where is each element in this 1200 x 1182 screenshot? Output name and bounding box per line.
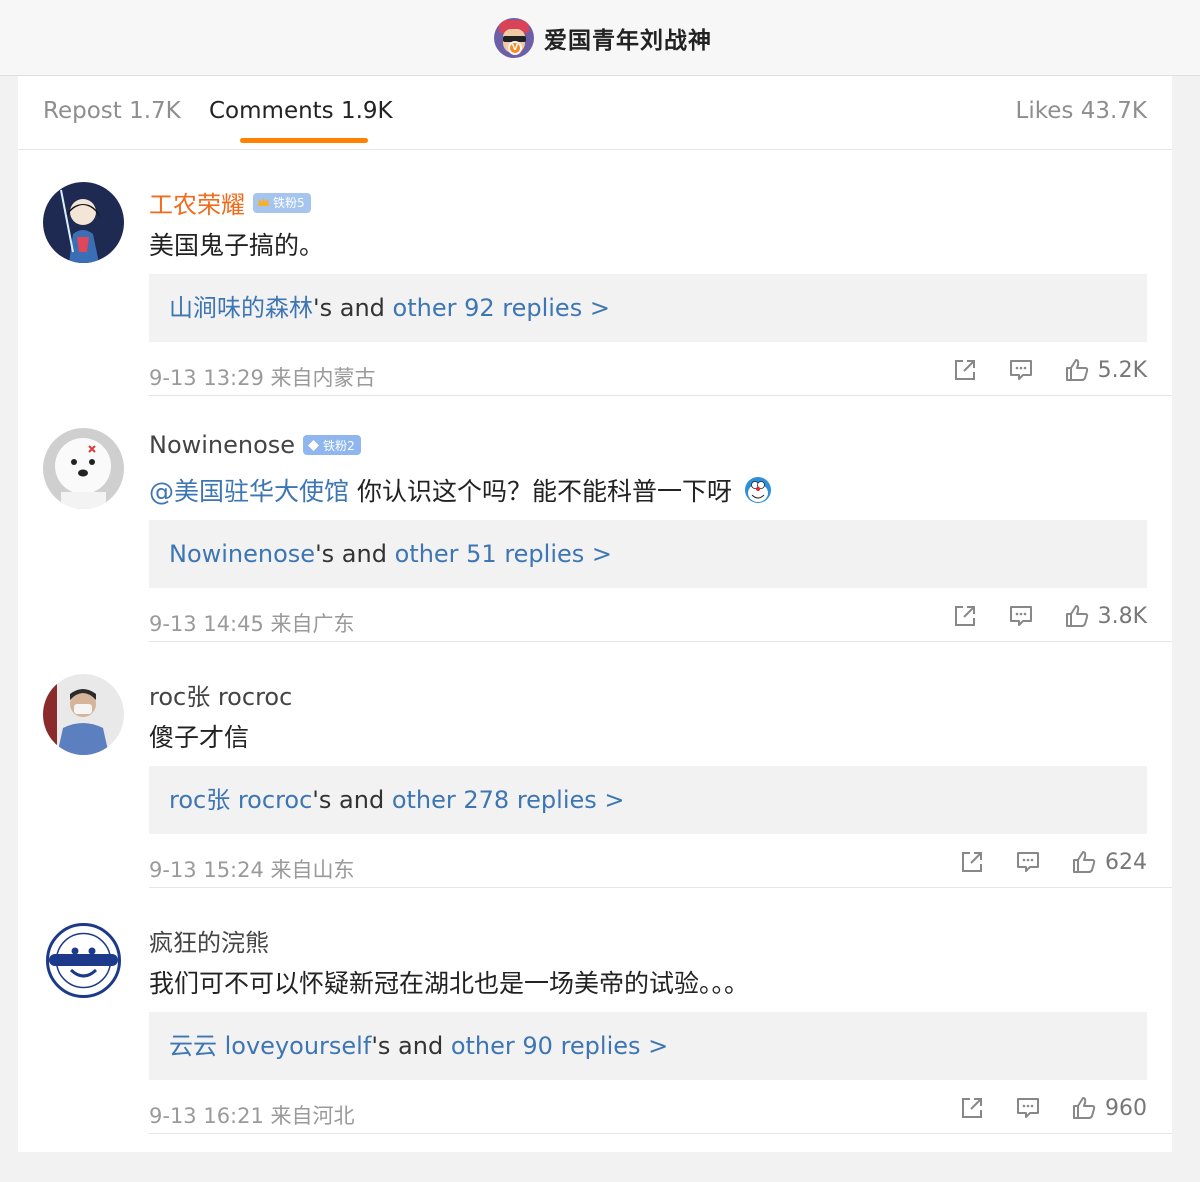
comment-item: 疯狂的浣熊 我们可不可以怀疑新冠在湖北也是一场美帝的试验。。。 云云 lovey… xyxy=(18,888,1172,1134)
comment-item: 工农荣耀 铁粉5 美国鬼子搞的。 山涧味的森林's and other 92 r… xyxy=(18,150,1172,396)
divider xyxy=(149,1133,1172,1134)
comment-actions: 5.2K xyxy=(922,357,1147,383)
avatar[interactable] xyxy=(43,428,124,509)
comment-actions: 624 xyxy=(929,849,1147,875)
thumbs-up-icon[interactable] xyxy=(1071,1095,1097,1121)
more-replies-link[interactable]: other 278 replies > xyxy=(392,786,625,814)
comment-meta: 9-13 16:21 来自河北 xyxy=(149,1104,355,1128)
comments-panel: Repost 1.7K Comments 1.9K Likes 43.7K 工农… xyxy=(18,76,1172,1152)
share-icon[interactable] xyxy=(959,849,985,875)
replies-preview[interactable]: Nowinenose's and other 51 replies > xyxy=(149,520,1147,588)
reply-user-link[interactable]: 山涧味的森林 xyxy=(169,294,313,322)
comment-text: 我们可不可以怀疑新冠在湖北也是一场美帝的试验。。。 xyxy=(149,969,750,998)
comment-meta: 9-13 15:24 来自山东 xyxy=(149,858,355,882)
tab-repost[interactable]: Repost 1.7K xyxy=(43,98,181,124)
like-count: 960 xyxy=(1105,1095,1147,1121)
tab-bar: Repost 1.7K Comments 1.9K Likes 43.7K xyxy=(18,76,1172,150)
thumbs-up-icon[interactable] xyxy=(1064,357,1090,383)
comment-actions: 3.8K xyxy=(922,603,1147,629)
fan-badge: 铁粉5 xyxy=(253,192,311,213)
more-replies-link[interactable]: other 92 replies > xyxy=(393,294,610,322)
comment-author-row: roc张 rocroc xyxy=(149,677,292,712)
thumbs-up-icon[interactable] xyxy=(1064,603,1090,629)
comment-icon[interactable] xyxy=(1008,357,1034,383)
comment-text: 傻子才信 xyxy=(149,723,250,752)
comment-meta: 9-13 13:29 来自内蒙古 xyxy=(149,366,376,390)
crown-icon xyxy=(258,198,269,206)
mention-link[interactable]: @美国驻华大使馆 xyxy=(149,477,349,506)
fan-badge-label: 铁粉2 xyxy=(323,438,355,453)
comment-item: roc张 rocroc 傻子才信 roc张 rocroc's and other… xyxy=(18,642,1172,888)
replies-preview[interactable]: 山涧味的森林's and other 92 replies > xyxy=(149,274,1147,342)
comment-meta: 9-13 14:45 来自广东 xyxy=(149,612,355,636)
comment-icon[interactable] xyxy=(1015,1095,1041,1121)
comment-icon[interactable] xyxy=(1015,849,1041,875)
reply-user-link[interactable]: roc张 rocroc xyxy=(169,786,312,814)
reply-mid-text: 's and xyxy=(315,540,395,568)
comment-text: 你认识这个吗？能不能科普一下呀 xyxy=(349,477,732,506)
like-count: 624 xyxy=(1105,849,1147,875)
active-tab-indicator xyxy=(240,138,368,143)
avatar[interactable] xyxy=(43,182,124,263)
like-count: 3.8K xyxy=(1097,603,1147,629)
fan-badge: 铁粉2 xyxy=(303,435,361,455)
more-replies-link[interactable]: other 90 replies > xyxy=(451,1032,668,1060)
comment-author-row: 工农荣耀 铁粉5 xyxy=(149,185,311,220)
bottom-strip xyxy=(0,1152,1200,1182)
comment-text: 美国鬼子搞的。 xyxy=(149,231,325,260)
comment-item: Nowinenose 铁粉2 @美国驻华大使馆 你认识这个吗？能不能科普一下呀 … xyxy=(18,396,1172,642)
more-replies-link[interactable]: other 51 replies > xyxy=(395,540,612,568)
comment-text-row: @美国驻华大使馆 你认识这个吗？能不能科普一下呀 xyxy=(149,472,772,508)
avatar[interactable] xyxy=(43,674,124,755)
like-count: 5.2K xyxy=(1097,357,1147,383)
weibo-comments-page: 爱国青年刘战神 V Repost 1.7K Comments 1.9K Like… xyxy=(0,0,1200,1182)
share-icon[interactable] xyxy=(952,357,978,383)
top-bar: 爱国青年刘战神 V xyxy=(0,0,1200,76)
replies-preview[interactable]: roc张 rocroc's and other 278 replies > xyxy=(149,766,1147,834)
comment-author-row: 疯狂的浣熊 xyxy=(149,923,269,958)
reply-user-link[interactable]: 云云 loveyourself xyxy=(169,1032,371,1060)
diamond-icon xyxy=(308,439,320,451)
author-name[interactable]: 爱国青年刘战神 xyxy=(544,21,712,55)
header-profile[interactable]: 爱国青年刘战神 xyxy=(494,17,712,58)
comment-author-name[interactable]: Nowinenose xyxy=(149,431,295,459)
comment-author-name[interactable]: roc张 rocroc xyxy=(149,677,292,712)
reply-user-link[interactable]: Nowinenose xyxy=(169,540,315,568)
reply-mid-text: 's and xyxy=(371,1032,451,1060)
share-icon[interactable] xyxy=(959,1095,985,1121)
tab-likes[interactable]: Likes 43.7K xyxy=(1016,98,1147,124)
comment-icon[interactable] xyxy=(1008,603,1034,629)
comment-author-name[interactable]: 工农荣耀 xyxy=(149,185,245,220)
thumbs-up-icon[interactable] xyxy=(1071,849,1097,875)
replies-preview[interactable]: 云云 loveyourself's and other 90 replies > xyxy=(149,1012,1147,1080)
reply-mid-text: 's and xyxy=(313,294,393,322)
comment-actions: 960 xyxy=(929,1095,1147,1121)
verified-icon: V xyxy=(508,41,522,55)
comment-author-row: Nowinenose 铁粉2 xyxy=(149,431,361,459)
tab-comments[interactable]: Comments 1.9K xyxy=(209,98,393,124)
fan-badge-label: 铁粉5 xyxy=(273,196,305,210)
reply-mid-text: 's and xyxy=(312,786,392,814)
share-icon[interactable] xyxy=(952,603,978,629)
avatar[interactable] xyxy=(43,920,124,1001)
comment-author-name[interactable]: 疯狂的浣熊 xyxy=(149,923,269,958)
doraemon-emoji-icon xyxy=(744,477,771,503)
